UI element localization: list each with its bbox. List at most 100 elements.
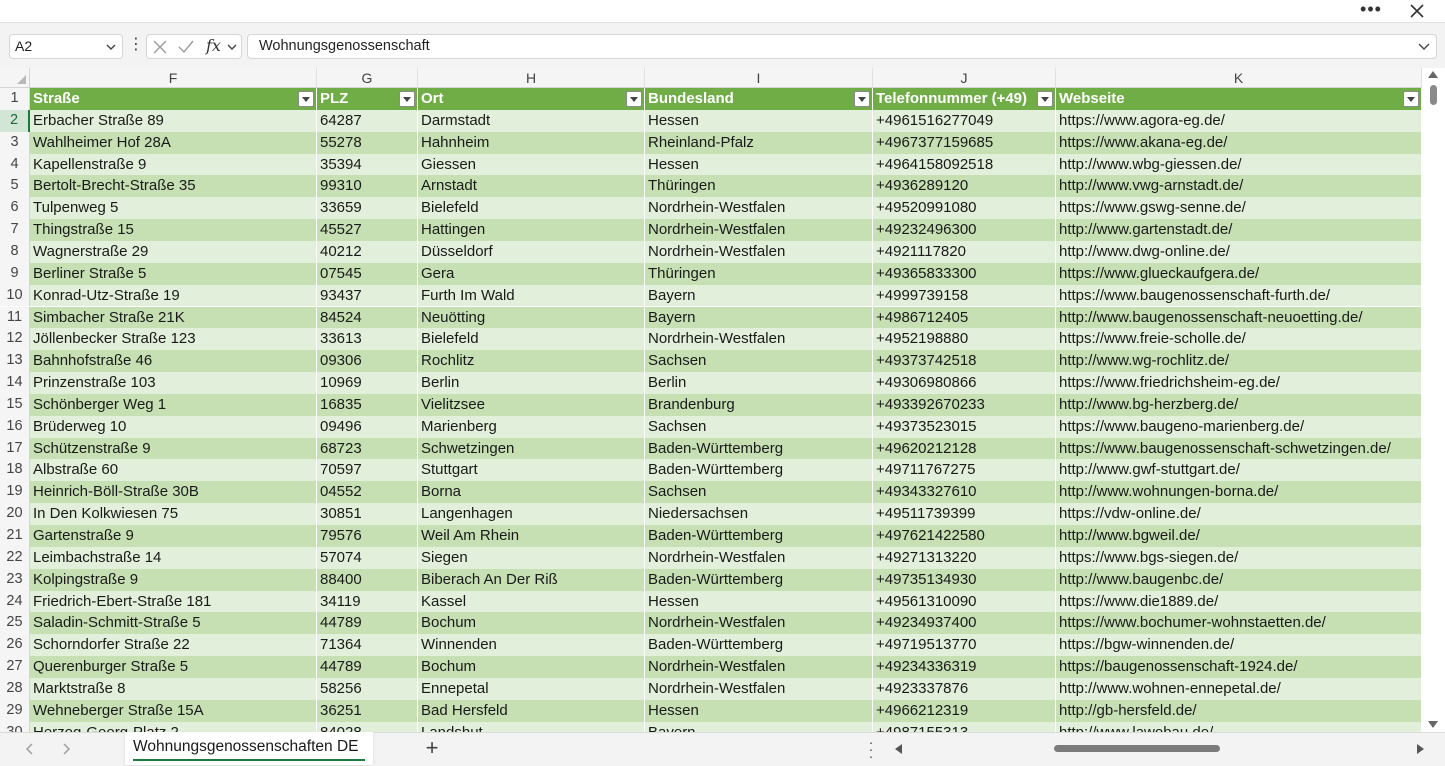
- table-cell[interactable]: https://www.bgs-siegen.de/: [1056, 546, 1422, 569]
- table-cell[interactable]: Schützenstraße 9: [30, 437, 317, 460]
- table-cell[interactable]: +49511739399: [873, 503, 1056, 525]
- row-header[interactable]: 28: [0, 677, 30, 700]
- table-cell[interactable]: https://www.friedrichsheim-eg.de/: [1056, 372, 1422, 394]
- table-cell[interactable]: https://www.baugeno-marienberg.de/: [1056, 415, 1422, 438]
- table-cell[interactable]: Nordrhein-Westfalen: [645, 240, 873, 263]
- table-cell[interactable]: Bayern: [645, 284, 873, 307]
- row-header[interactable]: 9: [0, 262, 30, 285]
- table-cell[interactable]: +49373523015: [873, 415, 1056, 438]
- table-cell[interactable]: http://www.wg-rochlitz.de/: [1056, 350, 1422, 373]
- table-cell[interactable]: 44789: [317, 612, 418, 635]
- table-cell[interactable]: 68723: [317, 437, 418, 460]
- row-header[interactable]: 7: [0, 219, 30, 241]
- formula-bar-options-icon[interactable]: ⋮: [128, 37, 144, 57]
- table-cell[interactable]: http://www.lawobau.de/: [1056, 721, 1422, 732]
- cancel-icon[interactable]: [151, 38, 169, 56]
- table-cell[interactable]: Langenhagen: [418, 503, 645, 525]
- table-cell[interactable]: +4936289120: [873, 175, 1056, 198]
- column-header-h[interactable]: H: [418, 68, 645, 88]
- table-cell[interactable]: http://www.dwg-online.de/: [1056, 240, 1422, 263]
- table-cell[interactable]: Albstraße 60: [30, 459, 317, 482]
- table-cell[interactable]: 34119: [317, 590, 418, 613]
- table-cell[interactable]: 30851: [317, 503, 418, 525]
- row-header[interactable]: 23: [0, 568, 30, 591]
- table-cell[interactable]: http://www.wohnungen-borna.de/: [1056, 481, 1422, 504]
- scroll-down-icon[interactable]: [1428, 721, 1438, 728]
- table-cell[interactable]: Sachsen: [645, 350, 873, 373]
- table-cell[interactable]: Brandenburg: [645, 393, 873, 416]
- table-cell[interactable]: Darmstadt: [418, 109, 645, 132]
- sheet-options-icon[interactable]: · · ·: [867, 735, 875, 763]
- insert-function-icon[interactable]: fx: [206, 36, 221, 55]
- table-cell[interactable]: Gartenstraße 9: [30, 525, 317, 547]
- table-cell[interactable]: 35394: [317, 153, 418, 176]
- table-cell[interactable]: Bayern: [645, 721, 873, 732]
- row-header[interactable]: 4: [0, 153, 30, 176]
- row-header[interactable]: 29: [0, 699, 30, 722]
- table-cell[interactable]: 09496: [317, 415, 418, 438]
- table-cell[interactable]: Thüringen: [645, 262, 873, 285]
- table-cell[interactable]: Bochum: [418, 656, 645, 678]
- scroll-left-icon[interactable]: [895, 744, 902, 754]
- table-cell[interactable]: Gera: [418, 262, 645, 285]
- table-cell[interactable]: Bad Hersfeld: [418, 699, 645, 722]
- scroll-up-icon[interactable]: [1428, 71, 1438, 78]
- table-cell[interactable]: http://www.bg-herzberg.de/: [1056, 393, 1422, 416]
- column-header-f[interactable]: F: [30, 68, 317, 88]
- table-cell[interactable]: https://www.bochumer-wohnstaetten.de/: [1056, 612, 1422, 635]
- table-cell[interactable]: Hessen: [645, 109, 873, 132]
- filter-dropdown-icon[interactable]: [626, 91, 642, 107]
- table-cell[interactable]: 93437: [317, 284, 418, 307]
- table-cell[interactable]: Berlin: [645, 372, 873, 394]
- sheet-tab-active[interactable]: Wohnungsgenossenschaften DE: [125, 732, 373, 765]
- column-header-i[interactable]: I: [645, 68, 873, 88]
- table-cell[interactable]: Hessen: [645, 590, 873, 613]
- table-cell[interactable]: 55278: [317, 131, 418, 154]
- add-sheet-button[interactable]: +: [422, 737, 442, 759]
- table-cell[interactable]: https://www.baugenossenschaft-furth.de/: [1056, 284, 1422, 307]
- table-cell[interactable]: 33613: [317, 328, 418, 351]
- table-cell[interactable]: Ennepetal: [418, 677, 645, 700]
- table-cell[interactable]: Kapellenstraße 9: [30, 153, 317, 176]
- column-header-k[interactable]: K: [1056, 68, 1422, 88]
- table-cell[interactable]: Baden-Württemberg: [645, 437, 873, 460]
- table-cell[interactable]: Leimbachstraße 14: [30, 546, 317, 569]
- filter-dropdown-icon[interactable]: [854, 91, 870, 107]
- table-cell[interactable]: Kolpingstraße 9: [30, 568, 317, 591]
- vertical-scroll-thumb[interactable]: [1430, 85, 1437, 105]
- table-cell[interactable]: Baden-Württemberg: [645, 459, 873, 482]
- table-cell[interactable]: https://vdw-online.de/: [1056, 503, 1422, 525]
- table-cell[interactable]: +4961516277049: [873, 109, 1056, 132]
- table-cell[interactable]: +497621422580: [873, 525, 1056, 547]
- table-cell[interactable]: http://www.baugenossenschaft-neuoetting.…: [1056, 306, 1422, 329]
- table-cell[interactable]: 79576: [317, 525, 418, 547]
- table-cell[interactable]: +4987155313: [873, 721, 1056, 732]
- name-box[interactable]: A2: [9, 34, 123, 59]
- table-cell[interactable]: Hessen: [645, 699, 873, 722]
- filter-dropdown-icon[interactable]: [1037, 91, 1053, 107]
- table-cell[interactable]: +4967377159685: [873, 131, 1056, 154]
- row-header[interactable]: 2: [0, 109, 30, 132]
- table-cell[interactable]: +4952198880: [873, 328, 1056, 351]
- table-cell[interactable]: http://www.gwf-stuttgart.de/: [1056, 459, 1422, 482]
- table-cell[interactable]: Brüderweg 10: [30, 415, 317, 438]
- table-cell[interactable]: https://www.agora-eg.de/: [1056, 109, 1422, 132]
- table-cell[interactable]: Niedersachsen: [645, 503, 873, 525]
- header-cell[interactable]: Telefonnummer (+49): [873, 88, 1056, 110]
- spreadsheet-grid[interactable]: F G H I J K 1 Straße PLZ Ort Bundesland Telefonnumm…: [0, 68, 1422, 732]
- table-cell[interactable]: Querenburger Straße 5: [30, 656, 317, 678]
- table-cell[interactable]: Düsseldorf: [418, 240, 645, 263]
- row-header[interactable]: 25: [0, 612, 30, 635]
- table-cell[interactable]: 16835: [317, 393, 418, 416]
- header-cell[interactable]: Ort: [418, 88, 645, 110]
- table-cell[interactable]: 33659: [317, 197, 418, 220]
- column-header-j[interactable]: J: [873, 68, 1056, 88]
- table-cell[interactable]: +49711767275: [873, 459, 1056, 482]
- chevron-down-icon[interactable]: [227, 42, 237, 52]
- table-cell[interactable]: 64287: [317, 109, 418, 132]
- row-header[interactable]: 19: [0, 481, 30, 504]
- row-header[interactable]: 3: [0, 131, 30, 154]
- scroll-right-icon[interactable]: [1417, 744, 1424, 754]
- header-cell[interactable]: Webseite: [1056, 88, 1422, 110]
- table-cell[interactable]: Sachsen: [645, 481, 873, 504]
